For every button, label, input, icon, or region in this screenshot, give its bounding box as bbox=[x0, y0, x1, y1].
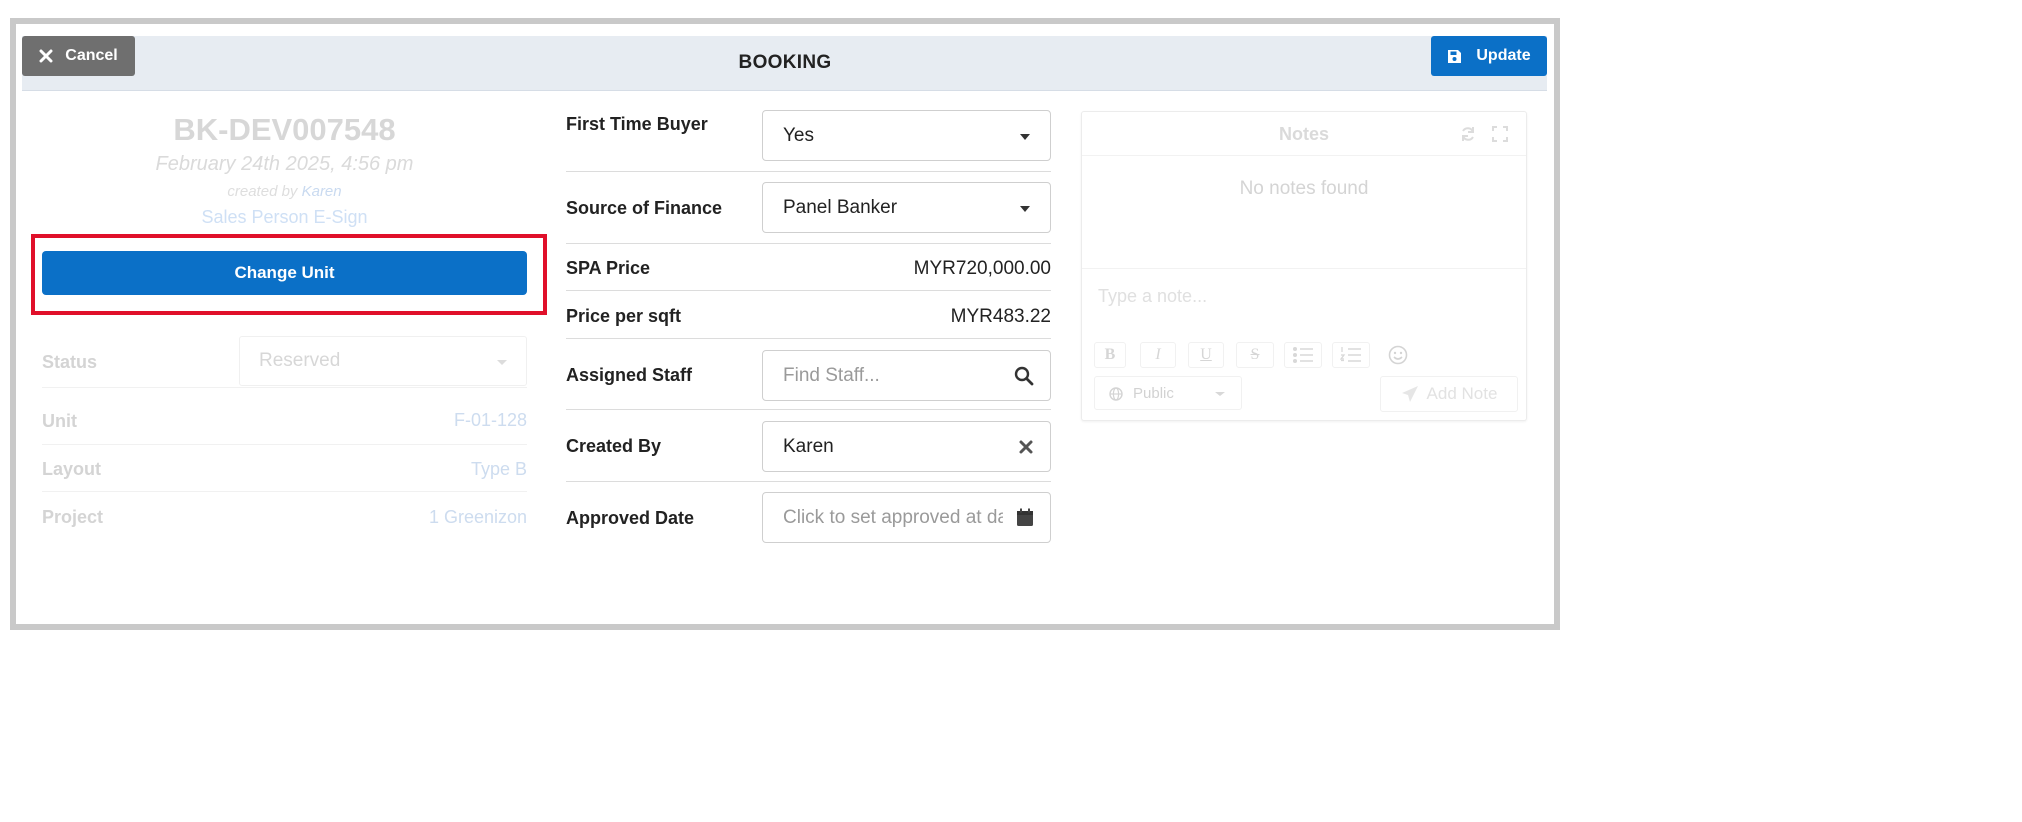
divider bbox=[566, 409, 1051, 410]
visibility-select[interactable]: Public bbox=[1094, 376, 1242, 410]
status-select[interactable]: Reserved bbox=[239, 336, 527, 386]
approved-date-placeholder: Click to set approved at date bbox=[783, 507, 1003, 528]
send-icon bbox=[1401, 386, 1418, 402]
numbered-list-icon bbox=[1340, 347, 1361, 362]
chevron-down-icon bbox=[1020, 206, 1030, 212]
update-label: Update bbox=[1476, 47, 1531, 64]
bullet-list-icon bbox=[1293, 347, 1313, 363]
chevron-down-icon bbox=[497, 360, 507, 365]
save-icon bbox=[1448, 49, 1462, 63]
booking-date: February 24th 2025, 4:56 pm bbox=[155, 153, 414, 175]
status-value: Reserved bbox=[259, 350, 341, 371]
notes-panel: Notes No notes found Type a note... B I … bbox=[1081, 111, 1527, 421]
booking-created-by: created by Karen bbox=[42, 183, 527, 200]
layout-value: Type B bbox=[470, 459, 527, 479]
bold-button[interactable]: B bbox=[1094, 342, 1126, 368]
notes-empty-text: No notes found bbox=[1239, 178, 1369, 199]
divider bbox=[566, 338, 1051, 339]
source-of-finance-value: Panel Banker bbox=[783, 197, 898, 218]
approved-date-input[interactable]: Click to set approved at date bbox=[762, 492, 1051, 543]
assigned-staff-label: Assigned Staff bbox=[566, 365, 693, 385]
created-by-prefix: created by bbox=[227, 183, 298, 200]
approved-date-label: Approved Date bbox=[566, 508, 695, 528]
clear-icon[interactable] bbox=[1018, 439, 1034, 455]
source-of-finance-label: Source of Finance bbox=[566, 198, 723, 218]
layout-label: Layout bbox=[42, 459, 102, 479]
source-of-finance-select[interactable]: Panel Banker bbox=[762, 182, 1051, 233]
expand-icon[interactable] bbox=[1492, 126, 1508, 142]
close-icon bbox=[39, 49, 53, 63]
divider bbox=[566, 481, 1051, 482]
calendar-icon[interactable] bbox=[1016, 508, 1034, 527]
underline-button[interactable]: U bbox=[1188, 342, 1224, 368]
first-time-buyer-select[interactable]: Yes bbox=[762, 110, 1051, 161]
divider bbox=[566, 290, 1051, 291]
booking-id: BK-DEV007548 bbox=[173, 112, 396, 147]
change-unit-button[interactable]: Change Unit bbox=[42, 251, 527, 295]
created-by-name[interactable]: Karen bbox=[302, 183, 342, 200]
cancel-button[interactable]: Cancel bbox=[22, 36, 135, 76]
layout-row: Layout Type B bbox=[42, 445, 527, 492]
project-value: 1 Greenizon bbox=[428, 507, 527, 527]
add-note-label: Add Note bbox=[1426, 384, 1498, 403]
assigned-staff-input[interactable]: Find Staff... bbox=[762, 350, 1051, 401]
strike-button[interactable]: S bbox=[1236, 342, 1274, 368]
divider bbox=[566, 171, 1051, 172]
unit-value: F-01-128 bbox=[453, 410, 527, 430]
note-input[interactable]: Type a note... bbox=[1098, 286, 1498, 307]
divider bbox=[566, 243, 1051, 244]
chevron-down-icon bbox=[1020, 134, 1030, 140]
esign-link[interactable]: Sales Person E-Sign bbox=[42, 207, 527, 228]
price-per-sqft-value: MYR483.22 bbox=[950, 306, 1051, 327]
update-button[interactable]: Update bbox=[1431, 36, 1547, 76]
unit-label: Unit bbox=[42, 411, 77, 431]
created-by-select[interactable]: Karen bbox=[762, 421, 1051, 472]
created-by-label: Created By bbox=[566, 436, 662, 456]
chevron-down-icon bbox=[1215, 392, 1225, 396]
emoji-button[interactable] bbox=[1380, 342, 1416, 368]
divider bbox=[1082, 268, 1526, 269]
status-label: Status bbox=[42, 352, 98, 372]
cancel-label: Cancel bbox=[65, 47, 118, 64]
project-row: Project 1 Greenizon bbox=[42, 492, 527, 540]
project-label: Project bbox=[42, 507, 104, 527]
search-icon[interactable] bbox=[1014, 366, 1034, 386]
bullet-list-button[interactable] bbox=[1284, 342, 1322, 368]
price-per-sqft-label: Price per sqft bbox=[566, 306, 682, 326]
globe-icon bbox=[1109, 387, 1123, 401]
add-note-button[interactable]: Add Note bbox=[1380, 376, 1518, 412]
first-time-buyer-label: First Time Buyer bbox=[566, 114, 708, 134]
numbered-list-button[interactable] bbox=[1332, 342, 1370, 368]
spa-price-value: MYR720,000.00 bbox=[913, 258, 1051, 279]
notes-header: Notes bbox=[1082, 112, 1526, 156]
assigned-staff-placeholder: Find Staff... bbox=[783, 365, 880, 386]
refresh-icon[interactable] bbox=[1460, 126, 1476, 142]
emoji-icon bbox=[1388, 345, 1408, 365]
italic-button[interactable]: I bbox=[1140, 342, 1176, 368]
created-by-value: Karen bbox=[783, 436, 834, 457]
unit-row: Unit F-01-128 bbox=[42, 396, 527, 445]
spa-price-label: SPA Price bbox=[566, 258, 651, 278]
page-title: BOOKING bbox=[738, 52, 832, 73]
first-time-buyer-value: Yes bbox=[783, 125, 814, 146]
visibility-value: Public bbox=[1133, 385, 1174, 402]
